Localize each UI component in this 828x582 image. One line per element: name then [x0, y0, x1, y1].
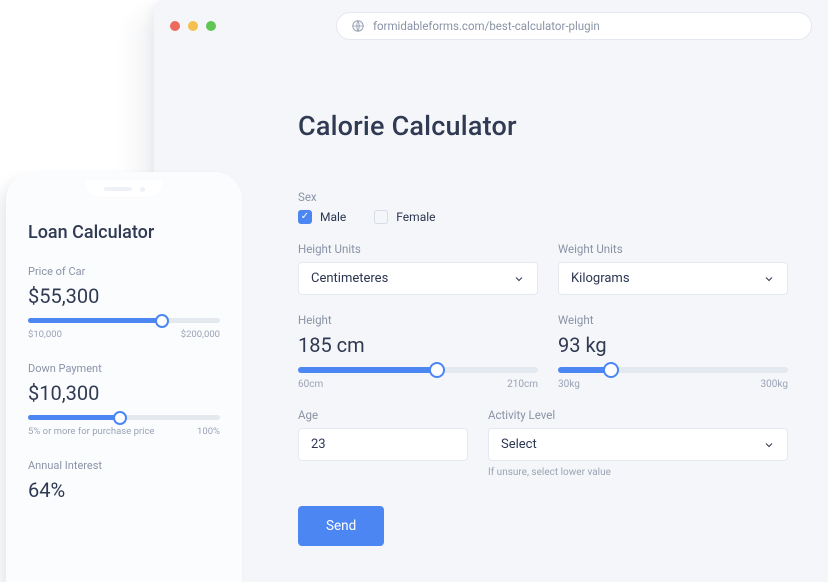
height-min: 60cm — [298, 379, 323, 390]
checkbox-checked-icon — [298, 210, 312, 224]
phone-frame: Loan Calculator Price of Car $55,300 $10… — [6, 172, 242, 582]
slider-fill — [28, 318, 162, 323]
address-bar[interactable]: formidableforms.com/best-calculator-plug… — [336, 12, 812, 40]
female-option[interactable]: Female — [374, 210, 435, 224]
activity-value: Select — [501, 437, 537, 452]
weight-value: 93 kg — [558, 333, 788, 357]
close-icon[interactable] — [170, 21, 180, 31]
price-label: Price of Car — [28, 265, 220, 278]
down-value: $10,300 — [28, 381, 220, 405]
activity-label: Activity Level — [488, 408, 788, 422]
loan-calculator-form: Loan Calculator Price of Car $55,300 $10… — [6, 202, 242, 502]
weight-slider[interactable] — [558, 367, 788, 373]
page-title: Calorie Calculator — [298, 110, 828, 142]
slider-fill — [298, 367, 437, 373]
globe-icon — [351, 19, 365, 33]
slider-thumb[interactable] — [603, 362, 619, 378]
chevron-down-icon — [763, 439, 775, 451]
weight-label: Weight — [558, 313, 788, 327]
height-max: 210cm — [507, 379, 538, 390]
browser-titlebar: formidableforms.com/best-calculator-plug… — [154, 0, 828, 52]
window-traffic-lights — [170, 21, 216, 31]
loan-title: Loan Calculator — [28, 222, 220, 243]
url-text: formidableforms.com/best-calculator-plug… — [373, 19, 600, 33]
price-value: $55,300 — [28, 284, 220, 308]
height-units-label: Height Units — [298, 242, 538, 256]
interest-value: 64% — [28, 478, 220, 502]
slider-thumb[interactable] — [113, 411, 127, 425]
age-value: 23 — [311, 437, 326, 452]
height-units-select[interactable]: Centimeteres — [298, 262, 538, 295]
activity-select[interactable]: Select — [488, 428, 788, 461]
price-min: $10,000 — [28, 329, 62, 340]
interest-label: Annual Interest — [28, 459, 220, 472]
age-label: Age — [298, 408, 468, 422]
slider-fill — [28, 415, 120, 420]
slider-thumb[interactable] — [429, 362, 445, 378]
send-button[interactable]: Send — [298, 506, 384, 546]
chevron-down-icon — [763, 273, 775, 285]
chevron-down-icon — [513, 273, 525, 285]
price-slider[interactable] — [28, 318, 220, 323]
calorie-calculator-form: Calorie Calculator Sex Male Female Heigh… — [154, 52, 828, 546]
down-label: Down Payment — [28, 362, 220, 375]
height-slider[interactable] — [298, 367, 538, 373]
weight-units-select[interactable]: Kilograms — [558, 262, 788, 295]
slider-thumb[interactable] — [155, 314, 169, 328]
minimize-icon[interactable] — [188, 21, 198, 31]
male-label: Male — [320, 210, 346, 224]
height-units-value: Centimeteres — [311, 271, 388, 286]
male-option[interactable]: Male — [298, 210, 346, 224]
activity-hint: If unsure, select lower value — [488, 467, 788, 478]
checkbox-unchecked-icon — [374, 210, 388, 224]
down-min: 5% or more for purchase price — [28, 426, 154, 437]
weight-min: 30kg — [558, 379, 580, 390]
weight-max: 300kg — [761, 379, 788, 390]
maximize-icon[interactable] — [206, 21, 216, 31]
phone-notch — [6, 172, 242, 202]
sex-label: Sex — [298, 190, 828, 204]
down-slider[interactable] — [28, 415, 220, 420]
female-label: Female — [396, 210, 435, 224]
weight-units-label: Weight Units — [558, 242, 788, 256]
height-label: Height — [298, 313, 538, 327]
price-max: $200,000 — [181, 329, 220, 340]
down-max: 100% — [197, 426, 220, 437]
browser-window: formidableforms.com/best-calculator-plug… — [154, 0, 828, 582]
weight-units-value: Kilograms — [571, 271, 630, 286]
height-value: 185 cm — [298, 333, 538, 357]
age-input[interactable]: 23 — [298, 428, 468, 461]
